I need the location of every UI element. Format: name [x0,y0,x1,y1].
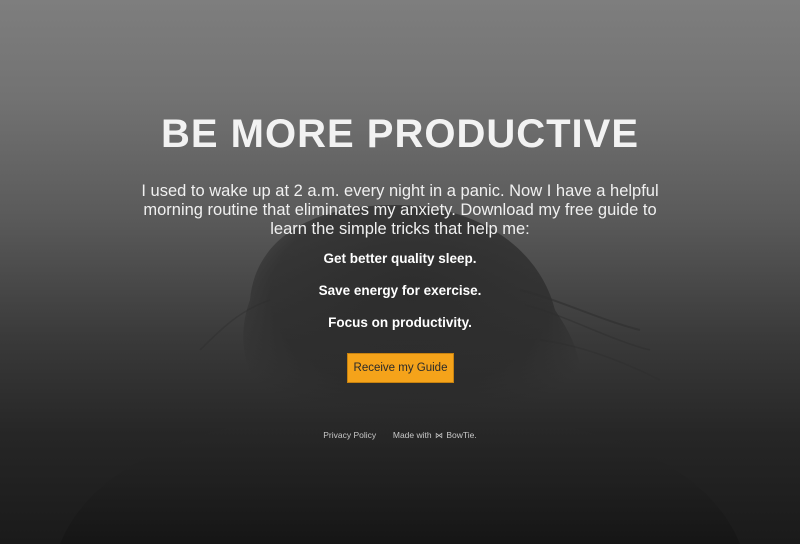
benefit-item: Focus on productivity. [328,315,472,330]
benefit-item: Get better quality sleep. [323,251,477,266]
made-with-bowtie-link[interactable]: Made with ⋈ BowTie. [393,430,477,440]
page-title: BE MORE PRODUCTIVE [160,112,640,156]
privacy-policy-link[interactable]: Privacy Policy [323,430,376,440]
made-with-label: Made with [392,430,432,440]
landing-content: BE MORE PRODUCTIVE I used to wake up at … [0,0,800,544]
footer: Privacy Policy Made with ⋈ BowTie. [0,430,800,440]
intro-text: I used to wake up at 2 a.m. every night … [141,182,659,238]
benefit-item: Save energy for exercise. [318,283,482,298]
bowtie-brand-label: BowTie. [446,430,477,440]
bowtie-icon: ⋈ [435,431,443,440]
benefits-list: Get better quality sleep. Save energy fo… [0,250,800,346]
receive-guide-button[interactable]: Receive my Guide [347,353,454,383]
